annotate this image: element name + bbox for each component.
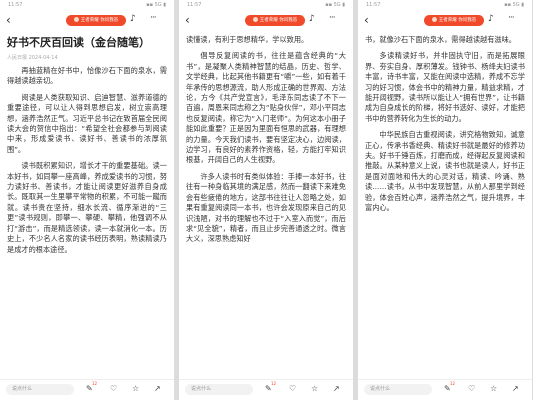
like-icon[interactable]: ♡ <box>110 384 117 393</box>
share-icon[interactable]: ↗ <box>154 384 161 393</box>
comment-input[interactable]: 说点什么 <box>185 384 253 395</box>
share-icon[interactable]: ↗ <box>333 384 340 393</box>
comment-count: 12 <box>271 381 277 386</box>
status-time: 11:57 <box>366 2 381 8</box>
pill-dot-icon <box>73 17 79 22</box>
share-icon[interactable]: ↗ <box>512 384 519 393</box>
back-icon[interactable]: ‹ <box>185 13 190 27</box>
comment-input[interactable]: 说点什么 <box>6 384 74 395</box>
top-bar: ‹ 王者荣耀 你问我答 ♪ ··· <box>179 11 353 31</box>
article-panel-3[interactable]: 11:57 ▪▪ 5G ▮ ‹ 王者荣耀 你问我答 ♪ ··· 书，就像沙石下面… <box>358 0 532 400</box>
screenshot-canvas: 11:57 ▪▪ 5G ▮ ‹ 王者荣耀 你问我答 ♪ ··· 好书不厌百回读（… <box>0 0 533 400</box>
comment-input[interactable]: 说点什么 <box>364 384 432 395</box>
paragraph: 读懂读，有利于思想精华，学以致用。 <box>186 35 309 44</box>
back-icon[interactable]: ‹ <box>364 13 369 27</box>
favorite-icon[interactable]: ☆ <box>311 384 318 393</box>
article-body: 再抽蓝精在好书中，恰像沙石下面的泉水，需得越读越亲切。 阅读是人类获取知识、启迪… <box>7 66 167 255</box>
comment-icon[interactable]: ✎ 12 <box>265 381 276 393</box>
paragraph: 倡导反复阅读的书，往往是蕴含经典的“大书”，是凝聚人类精神智慧的结晶，历史、哲学… <box>186 51 346 165</box>
favorite-icon[interactable]: ☆ <box>132 384 139 393</box>
paragraph: 许多人读书时有类似体验：手捧一本好书，往往有一种身临其境的满足感，然而一翻读下来… <box>186 171 346 244</box>
top-pill-button[interactable]: 王者荣耀 你问我答 <box>424 15 484 26</box>
status-signal: ▪▪ 5G ▮ <box>504 2 524 8</box>
status-time: 11:57 <box>8 2 23 8</box>
pill-dot-icon <box>252 17 258 22</box>
more-icon[interactable]: ··· <box>150 13 157 23</box>
status-signal: ▪▪ 5G ▮ <box>146 2 166 8</box>
status-bar: 11:57 ▪▪ 5G ▮ <box>179 0 353 11</box>
top-pill-button[interactable]: 王者荣耀 你问我答 <box>66 15 126 26</box>
top-pill-label: 王者荣耀 你问我答 <box>259 18 298 23</box>
back-icon[interactable]: ‹ <box>6 13 11 27</box>
paragraph: 多读精读好书，并非固执守旧，而是拓展眼界、夯实自身、厚积薄发。钱钟书、杨绛夫妇读… <box>365 51 525 123</box>
paragraph: 阅读是人类获取知识、启迪智慧、滋养道德的重要途径，可以让人得到思想启发，树立崇高… <box>7 92 167 154</box>
status-signal: ▪▪ 5G ▮ <box>325 2 345 8</box>
article-title: 好书不厌百回读（金台随笔） <box>7 36 150 49</box>
status-bar: 11:57 ▪▪ 5G ▮ <box>358 0 532 11</box>
pill-dot-icon <box>431 17 437 22</box>
article-panel-1[interactable]: 11:57 ▪▪ 5G ▮ ‹ 王者荣耀 你问我答 ♪ ··· 好书不厌百回读（… <box>0 0 174 400</box>
top-pill-button[interactable]: 王者荣耀 你问我答 <box>245 15 305 26</box>
article-panel-2[interactable]: 11:57 ▪▪ 5G ▮ ‹ 王者荣耀 你问我答 ♪ ··· 读懂读，有利于思… <box>179 0 353 400</box>
audio-icon[interactable]: ♪ <box>130 14 136 24</box>
top-pill-label: 王者荣耀 你问我答 <box>438 18 477 23</box>
paragraph: 中华民族自古重视阅读，讲究格物致知，诚意正心，传承书香经典、精读好书就是最好的修… <box>365 130 525 213</box>
more-icon[interactable]: ··· <box>508 13 515 23</box>
audio-icon[interactable]: ♪ <box>488 14 494 24</box>
like-icon[interactable]: ♡ <box>468 384 475 393</box>
paragraph: 读书既积累知识，增长才干的重要基础。读一本好书，如同攀一座高峰，养成爱读书的习惯… <box>7 161 167 254</box>
top-bar: ‹ 王者荣耀 你问我答 ♪ ··· <box>358 11 532 31</box>
comment-count: 12 <box>92 381 98 386</box>
bottom-bar: 说点什么 ✎ 12 ♡ ☆ ↗ <box>179 379 353 400</box>
comment-icon[interactable]: ✎ 12 <box>444 381 455 393</box>
like-icon[interactable]: ♡ <box>289 384 296 393</box>
article-meta: 人民日报 2024-04-14 <box>7 55 58 61</box>
comment-icon[interactable]: ✎ 12 <box>86 381 97 393</box>
status-bar: 11:57 ▪▪ 5G ▮ <box>0 0 174 11</box>
favorite-icon[interactable]: ☆ <box>490 384 497 393</box>
bottom-bar: 说点什么 ✎ 12 ♡ ☆ ↗ <box>358 379 532 400</box>
paragraph: 再抽蓝精在好书中，恰像沙石下面的泉水，需得越读越亲切。 <box>7 66 167 86</box>
paragraph: 书，就像沙石下面的泉水，需得越读越有滋味。 <box>365 35 516 44</box>
comment-count: 12 <box>450 381 456 386</box>
article-body: 书，就像沙石下面的泉水，需得越读越有滋味。 多读精读好书，并非固执守旧，而是拓展… <box>365 35 525 214</box>
more-icon[interactable]: ··· <box>329 13 336 23</box>
top-pill-label: 王者荣耀 你问我答 <box>80 18 119 23</box>
audio-icon[interactable]: ♪ <box>309 14 315 24</box>
bottom-bar: 说点什么 ✎ 12 ♡ ☆ ↗ <box>0 379 174 400</box>
status-time: 11:57 <box>187 2 202 8</box>
top-bar: ‹ 王者荣耀 你问我答 ♪ ··· <box>0 11 174 31</box>
article-body: 读懂读，有利于思想精华，学以致用。 倡导反复阅读的书，往往是蕴含经典的“大书”，… <box>186 35 346 245</box>
